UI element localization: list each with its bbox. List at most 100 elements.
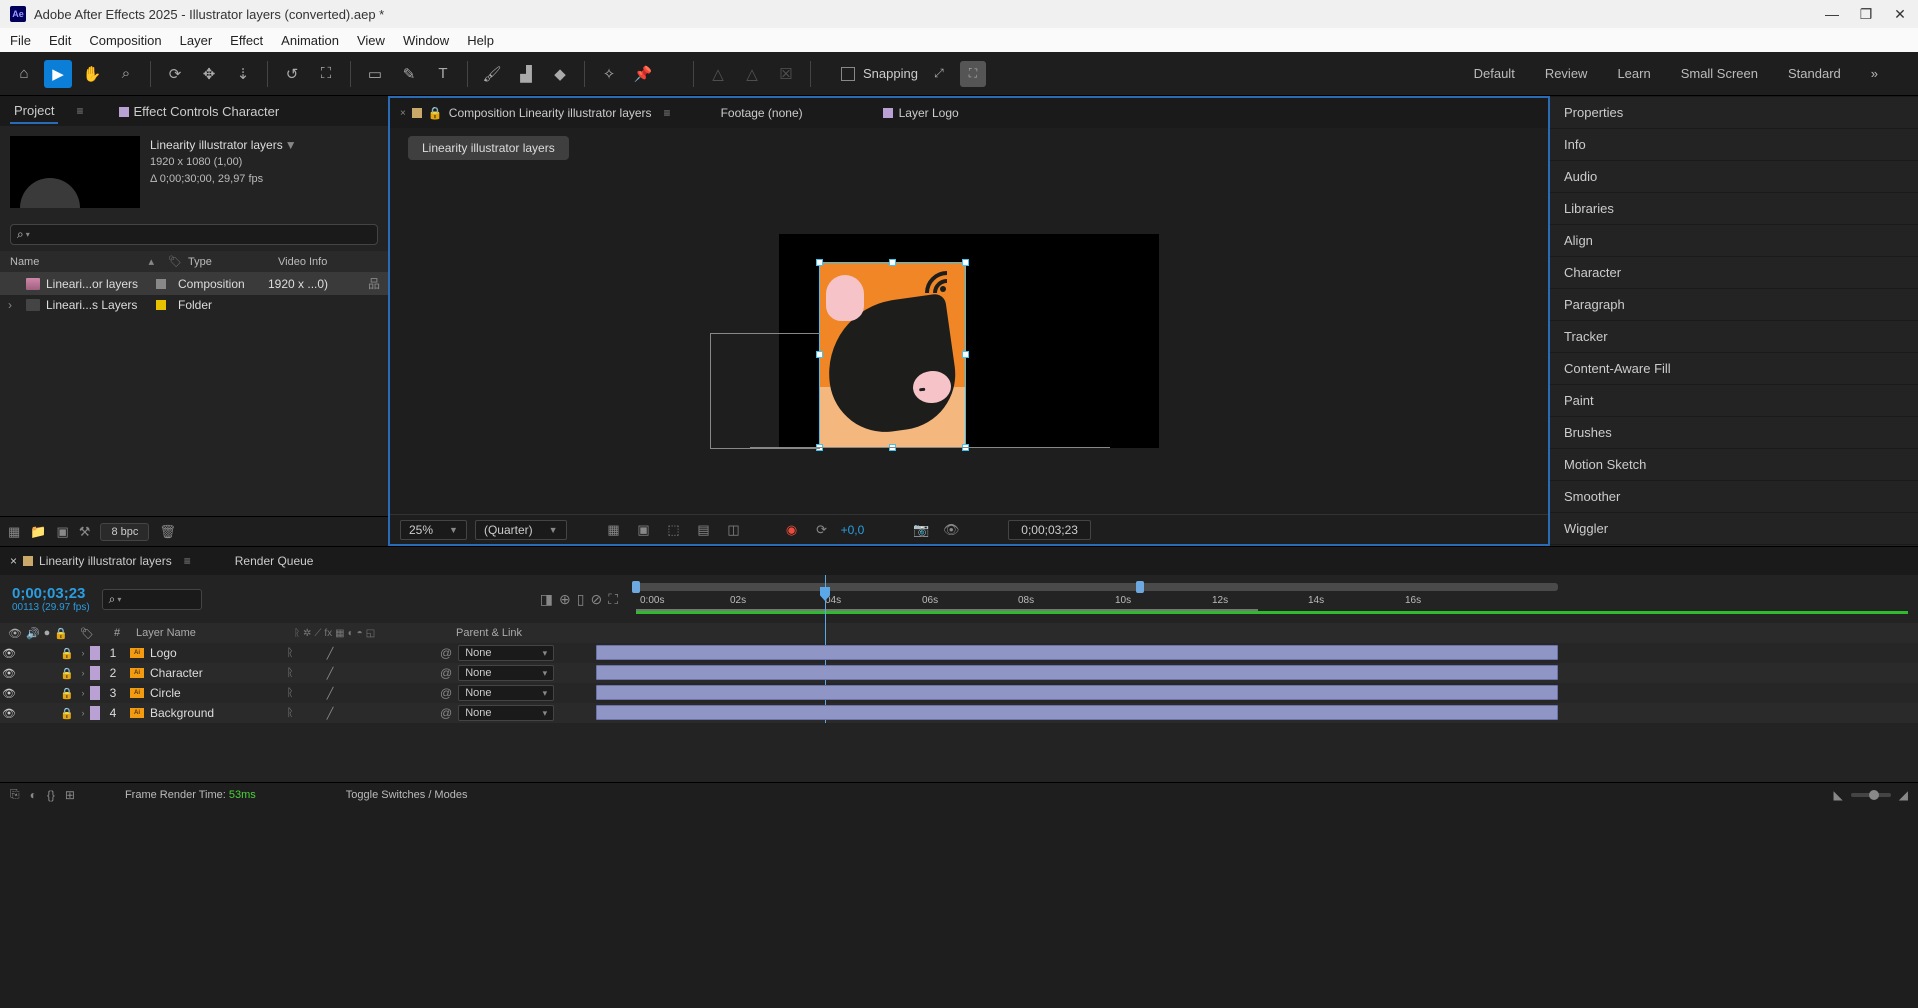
lock-toggle[interactable]: 🔒 [58,687,76,700]
parent-dropdown[interactable]: None▾ [458,645,554,661]
project-item[interactable]: › Lineari...s Layers Folder [0,295,388,315]
roto-tool[interactable]: ✧ [595,60,623,88]
tab-project[interactable]: Project [10,99,58,124]
layer-name[interactable]: Logo [150,646,280,660]
layer-bar[interactable] [596,665,1558,680]
panel-audio[interactable]: Audio [1550,161,1918,193]
panel-menu-icon[interactable]: ≡ [664,106,671,120]
col-name-header[interactable]: Name [10,256,130,268]
twirl-icon[interactable]: › [76,688,90,698]
zoom-tool[interactable]: ⌕ [112,60,140,88]
parent-dropdown[interactable]: None▾ [458,705,554,721]
exposure-value[interactable]: +0,0 [841,523,865,537]
timeline-current-time[interactable]: 0;00;03;23 [12,585,90,602]
parent-dropdown[interactable]: None▾ [458,685,554,701]
panel-wiggler[interactable]: Wiggler [1550,513,1918,545]
panel-menu-icon[interactable]: ≡ [184,554,191,568]
menu-edit[interactable]: Edit [49,33,71,48]
audio-column-icon[interactable]: 🔊 [26,627,40,640]
workspace-review[interactable]: Review [1545,66,1588,81]
menu-effect[interactable]: Effect [230,33,263,48]
col-video-header[interactable]: Video Info [278,256,378,268]
zoom-in-icon[interactable]: ◢ [1899,788,1908,802]
home-tool[interactable]: ⌂ [10,60,38,88]
timeline-search[interactable]: ⌕▾ [102,589,202,610]
current-time-display[interactable]: 0;00;03;23 [1008,520,1091,540]
toggle-switches-icon[interactable]: ⎘ [10,787,20,802]
color-depth[interactable]: 8 bpc [100,523,149,541]
panel-paragraph[interactable]: Paragraph [1550,289,1918,321]
menu-view[interactable]: View [357,33,385,48]
layer-bar[interactable] [596,705,1558,720]
color-management-icon[interactable]: ◉ [781,522,803,538]
close-icon[interactable]: × [10,554,17,568]
canvas[interactable] [390,168,1548,514]
close-icon[interactable]: × [400,108,406,119]
snapshot-icon[interactable]: 📷 [910,522,932,538]
reset-exposure-icon[interactable]: ⟳ [811,522,833,538]
pickwhip-icon[interactable]: @ [440,646,452,660]
panel-brushes[interactable]: Brushes [1550,417,1918,449]
layer-row[interactable]: 👁🔒 › 4 Ai Background ᚱ╱ @None▾ [0,703,1918,723]
new-comp-icon[interactable]: ▣ [56,524,68,540]
search-input[interactable] [30,228,371,242]
snapping-checkbox[interactable] [841,67,855,81]
twirl-icon[interactable]: › [76,708,90,718]
mask-icon[interactable]: ▣ [633,522,655,538]
menu-composition[interactable]: Composition [89,33,161,48]
layer-row[interactable]: 👁🔒 › 1 Ai Logo ᚱ╱ @None▾ [0,643,1918,663]
snap-collapse-icon[interactable]: ⛶ [960,61,986,87]
3d-mode-a[interactable]: △ [704,60,732,88]
3d-mode-b[interactable]: △ [738,60,766,88]
orbit-tool[interactable]: ⟳ [161,60,189,88]
layer-color-swatch[interactable] [90,646,100,660]
layer-color-swatch[interactable] [90,706,100,720]
workspace-standard[interactable]: Standard [1788,66,1841,81]
trash-icon[interactable]: 🗑 [159,524,176,540]
layer-selection[interactable] [819,262,966,448]
zoom-slider[interactable] [1851,793,1891,797]
work-area-start-handle[interactable] [632,581,640,593]
panel-paint[interactable]: Paint [1550,385,1918,417]
frame-blend-footer-icon[interactable]: ◐ [30,788,37,802]
menu-file[interactable]: File [10,33,31,48]
pickwhip-icon[interactable]: @ [440,666,452,680]
puppet-tool[interactable]: 📌 [629,60,657,88]
resolution-dropdown[interactable]: (Quarter)▼ [475,520,567,540]
col-type-header[interactable]: Type [188,256,278,268]
lock-toggle[interactable]: 🔒 [58,647,76,660]
layer-color-swatch[interactable] [90,666,100,680]
minimize-button[interactable]: — [1824,6,1840,22]
layer-row[interactable]: 👁🔒 › 3 Ai Circle ᚱ╱ @None▾ [0,683,1918,703]
zoom-out-icon[interactable]: ◣ [1834,788,1843,802]
shape-tool[interactable]: ▭ [361,60,389,88]
selection-tool[interactable]: ▶ [44,60,72,88]
brush-tool[interactable]: 🖌 [478,60,506,88]
motion-blur-icon[interactable]: ⛶ [608,591,618,608]
lock-toggle[interactable]: 🔒 [58,707,76,720]
parent-dropdown[interactable]: None▾ [458,665,554,681]
layer-bar[interactable] [596,645,1558,660]
panel-menu-icon[interactable]: ≡ [76,104,83,118]
panel-properties[interactable]: Properties [1550,96,1918,129]
work-area-end-handle[interactable] [1136,581,1144,593]
tab-composition[interactable]: × 🔒 Composition Linearity illustrator la… [400,106,671,120]
panel-character[interactable]: Character [1550,257,1918,289]
menu-window[interactable]: Window [403,33,449,48]
adjust-icon[interactable]: ⚒ [79,524,91,540]
layer-name[interactable]: Character [150,666,280,680]
pickwhip-icon[interactable]: @ [440,686,452,700]
flowchart-icon[interactable]: 品 [368,275,380,292]
tag-icon[interactable]: 🏷 [168,255,182,268]
visibility-column-icon[interactable]: 👁 [8,627,22,640]
breadcrumb[interactable]: Linearity illustrator layers [408,136,569,160]
menu-help[interactable]: Help [467,33,494,48]
type-tool[interactable]: T [429,60,457,88]
visibility-toggle[interactable]: 👁 [0,707,18,720]
twirl-icon[interactable]: › [76,668,90,678]
region-icon[interactable]: ⬚ [663,522,685,538]
show-snapshot-icon[interactable]: 👁 [940,522,962,538]
layer-name[interactable]: Background [150,706,280,720]
lock-column-icon[interactable]: 🔒 [54,627,68,640]
menu-layer[interactable]: Layer [180,33,213,48]
